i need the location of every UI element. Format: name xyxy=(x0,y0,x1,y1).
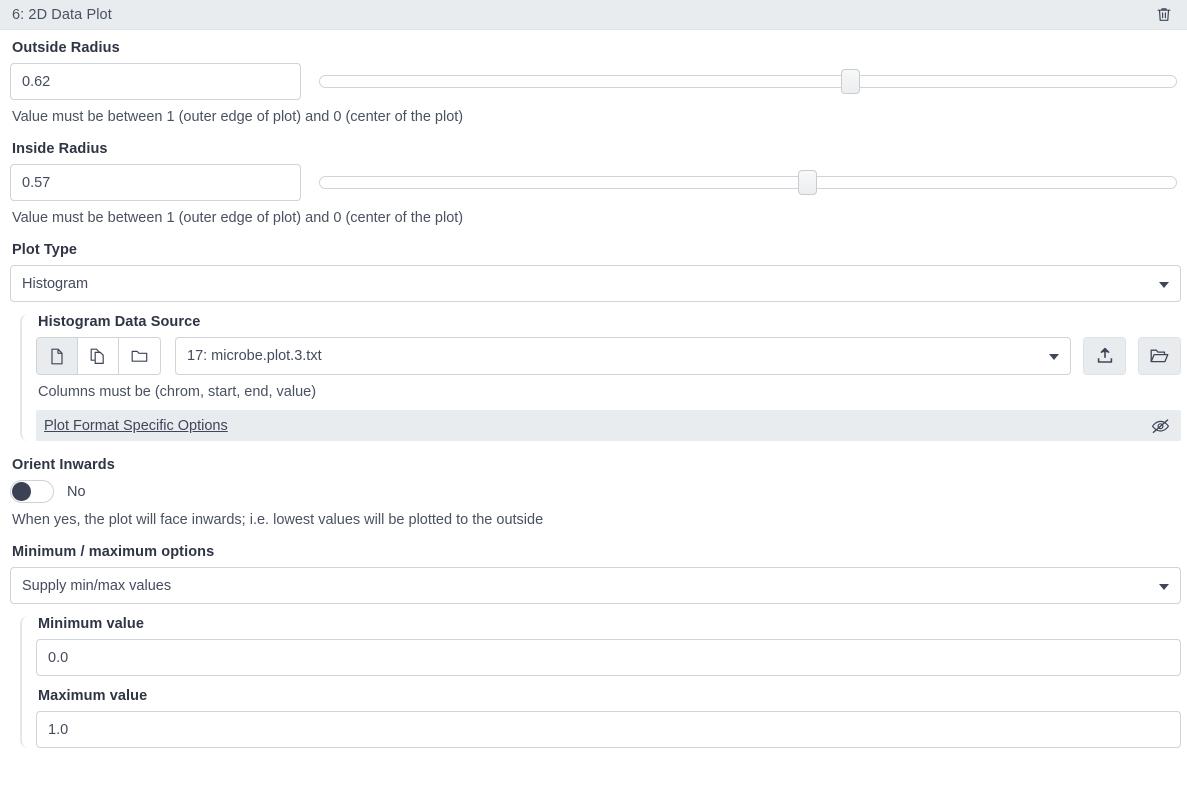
plot-type-label: Plot Type xyxy=(12,242,1181,258)
minimum-value-input[interactable] xyxy=(36,639,1181,676)
folder-button[interactable] xyxy=(119,338,160,374)
inside-radius-row xyxy=(10,164,1181,201)
inside-radius-help: Value must be between 1 (outer edge of p… xyxy=(12,210,1181,226)
outside-radius-slider-track[interactable] xyxy=(319,75,1177,88)
chevron-down-icon xyxy=(1049,354,1059,360)
panel-body: Outside Radius Value must be between 1 (… xyxy=(0,30,1187,748)
multiple-files-icon xyxy=(90,348,106,365)
eye-slash-icon xyxy=(1151,418,1170,434)
panel-title: 6: 2D Data Plot xyxy=(12,7,112,23)
plot-type-value: Histogram xyxy=(22,276,88,292)
data-source-value: 17: microbe.plot.3.txt xyxy=(187,348,322,364)
outside-radius-input[interactable] xyxy=(10,63,301,100)
orient-inwards-help: When yes, the plot will face inwards; i.… xyxy=(12,512,1181,528)
minmax-options-select[interactable]: Supply min/max values xyxy=(10,567,1181,604)
single-file-button[interactable] xyxy=(37,338,78,374)
inside-radius-slider[interactable] xyxy=(319,164,1181,201)
outside-radius-row xyxy=(10,63,1181,100)
outside-radius-help: Value must be between 1 (outer edge of p… xyxy=(12,109,1181,125)
outside-radius-slider-thumb[interactable] xyxy=(841,69,860,94)
trash-icon xyxy=(1156,6,1172,23)
maximum-value-input[interactable] xyxy=(36,711,1181,748)
inside-radius-slider-thumb[interactable] xyxy=(798,170,817,195)
chevron-down-icon xyxy=(1159,584,1169,590)
panel-header: 6: 2D Data Plot xyxy=(0,0,1187,30)
data-source-help: Columns must be (chrom, start, end, valu… xyxy=(38,384,1181,400)
upload-button[interactable] xyxy=(1083,337,1126,375)
folder-icon xyxy=(131,349,148,363)
inside-radius-input[interactable] xyxy=(10,164,301,201)
data-source-select[interactable]: 17: microbe.plot.3.txt xyxy=(175,337,1071,375)
data-source-label: Histogram Data Source xyxy=(38,314,1181,330)
orient-inwards-toggle[interactable] xyxy=(10,480,54,503)
histogram-data-source-section: Histogram Data Source xyxy=(20,314,1181,441)
minmax-options-value: Supply min/max values xyxy=(22,578,171,594)
inside-radius-slider-track[interactable] xyxy=(319,176,1177,189)
plot-format-options-link[interactable]: Plot Format Specific Options xyxy=(44,418,228,434)
maximum-value-label: Maximum value xyxy=(38,688,1181,704)
plot-type-select[interactable]: Histogram xyxy=(10,265,1181,302)
toggle-visibility-button[interactable] xyxy=(1149,415,1171,437)
outside-radius-slider[interactable] xyxy=(319,63,1181,100)
upload-icon xyxy=(1096,347,1114,365)
orient-inwards-label: Orient Inwards xyxy=(12,457,1181,473)
toggle-knob xyxy=(12,482,31,501)
orient-inwards-state: No xyxy=(67,484,86,500)
inside-radius-label: Inside Radius xyxy=(12,141,1181,157)
plot-format-options-bar[interactable]: Plot Format Specific Options xyxy=(36,410,1181,441)
delete-panel-button[interactable] xyxy=(1153,4,1175,26)
outside-radius-label: Outside Radius xyxy=(12,40,1181,56)
multiple-files-button[interactable] xyxy=(78,338,119,374)
minmax-values-section: Minimum value Maximum value xyxy=(20,616,1181,748)
minmax-options-label: Minimum / maximum options xyxy=(12,544,1181,560)
open-folder-icon xyxy=(1150,348,1169,364)
chevron-down-icon xyxy=(1159,282,1169,288)
minimum-value-label: Minimum value xyxy=(38,616,1181,632)
single-file-icon xyxy=(50,348,64,365)
data-source-mode-group xyxy=(36,337,161,375)
orient-inwards-row: No xyxy=(10,480,1181,503)
data-source-row: 17: microbe.plot.3.txt xyxy=(36,337,1181,375)
browse-files-button[interactable] xyxy=(1138,337,1181,375)
